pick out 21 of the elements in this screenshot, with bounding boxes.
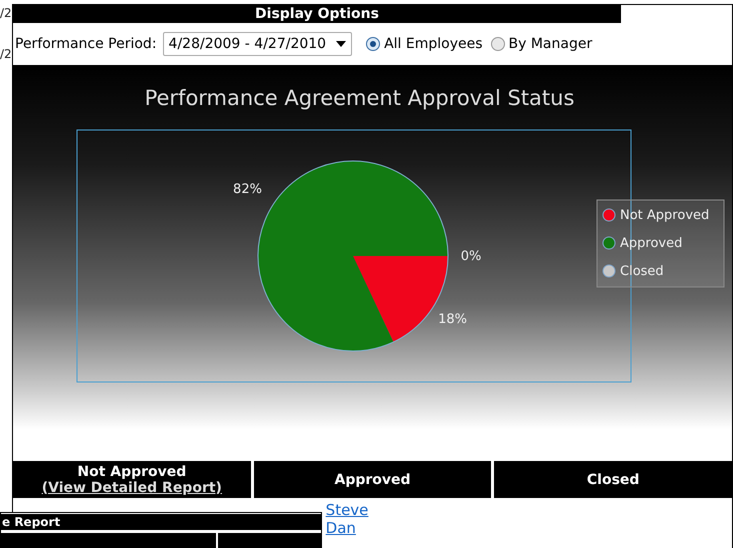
chart-title: Performance Agreement Approval Status <box>144 86 574 110</box>
radio-button[interactable] <box>490 37 505 51</box>
radio-label[interactable]: By Manager <box>508 36 592 52</box>
employee-link[interactable]: Dan <box>326 519 356 537</box>
field-label: Performance Period: <box>15 36 157 52</box>
period-dropdown[interactable]: 4/28/2009 - 4/27/2010 <box>162 32 352 56</box>
data-label: 0% <box>460 249 482 264</box>
header-text: Closed <box>586 472 640 488</box>
data-label: 18% <box>438 312 468 328</box>
radio-label[interactable]: All Employees <box>384 36 483 52</box>
window-title: Display Options <box>13 5 621 23</box>
data-label: 82% <box>233 182 262 197</box>
radio-button[interactable] <box>366 37 380 51</box>
date-text: /2 <box>0 47 12 61</box>
date-text: /2 <box>0 6 12 20</box>
report-link[interactable]: (View Detailed Report) <box>42 480 222 496</box>
caret-icon <box>336 41 346 47</box>
window-title: e Report <box>1 514 321 530</box>
header-text: Not Approved <box>77 464 186 480</box>
header-text: Approved <box>334 472 411 488</box>
employee-link[interactable]: Steve <box>326 501 368 519</box>
